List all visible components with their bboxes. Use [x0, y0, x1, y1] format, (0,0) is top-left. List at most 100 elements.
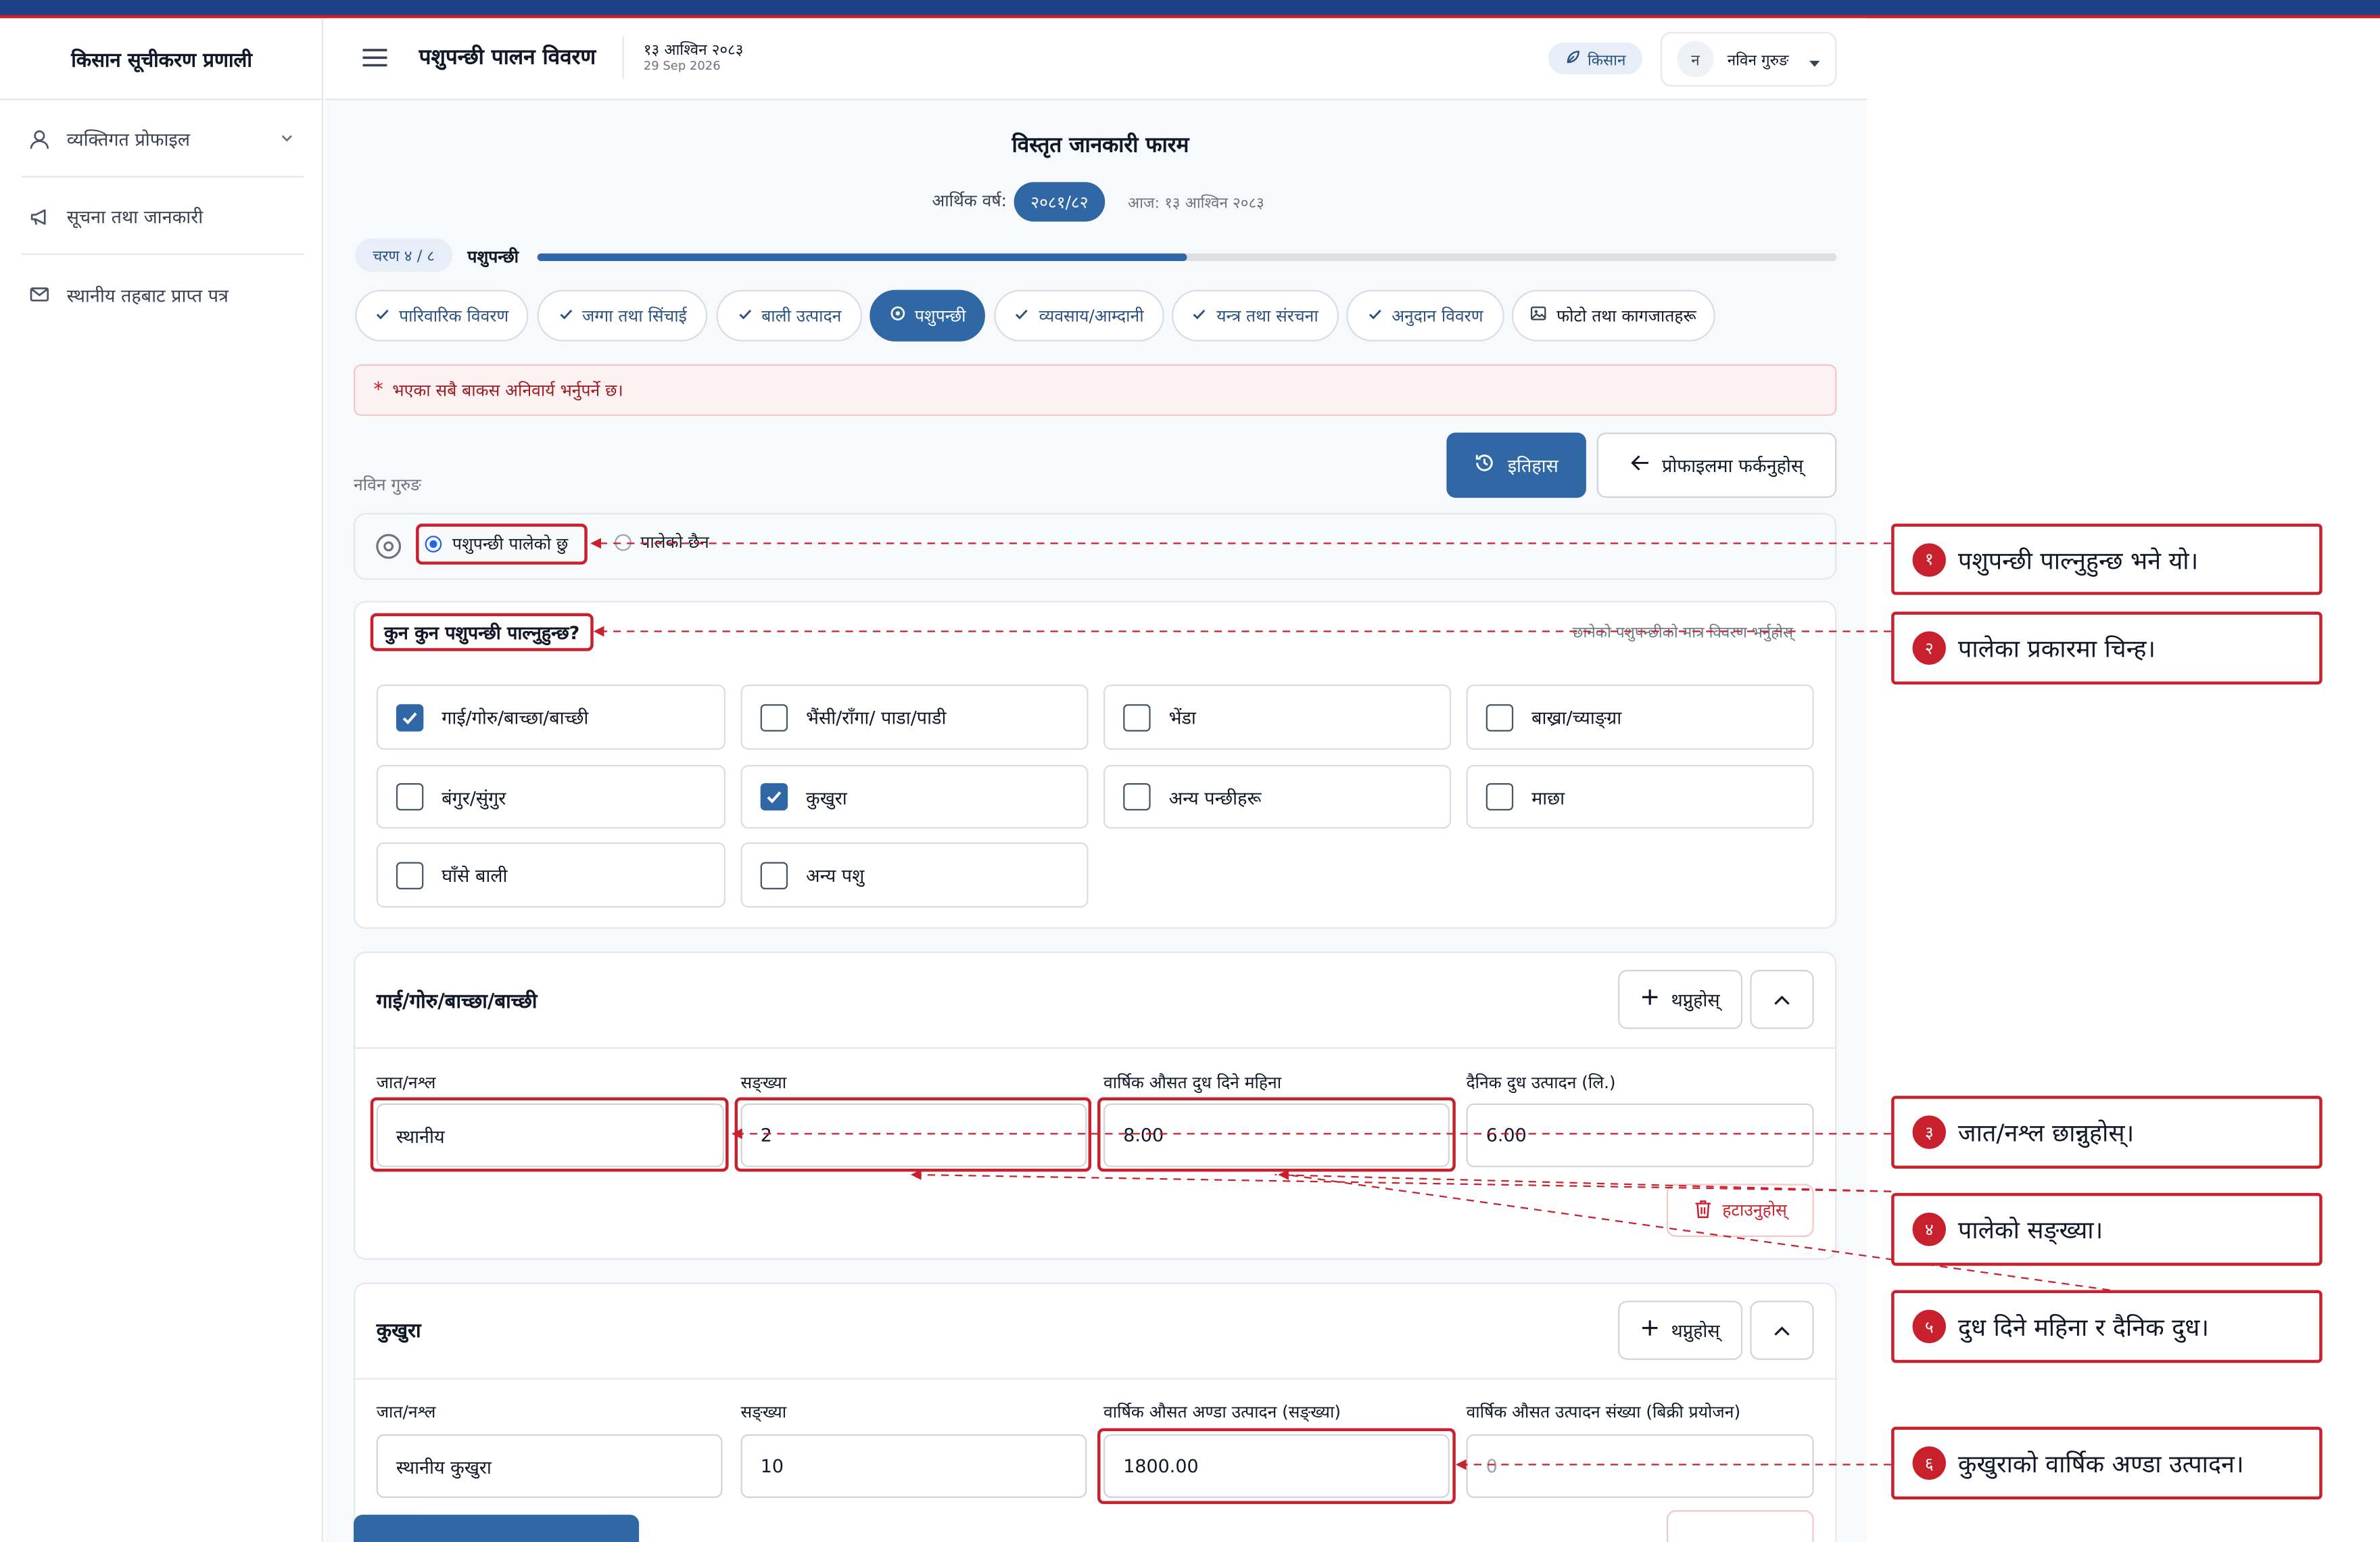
checkbox[interactable]	[1123, 703, 1151, 731]
poultry-add-button[interactable]: थप्नुहोस्	[1618, 1301, 1743, 1360]
tab-label: जग्गा तथा सिंचाई	[581, 306, 687, 326]
poultry-breed-input[interactable]: स्थानीय कुखुरा	[376, 1434, 723, 1498]
animal-option-label: गाई/गोरु/बाच्छा/बाच्छी	[442, 707, 589, 729]
highlight-count	[734, 1097, 1092, 1172]
animal-option-other-animals[interactable]: अन्य पशु	[740, 842, 1089, 908]
role-label: किसान	[1587, 52, 1626, 70]
checkbox-checked[interactable]	[396, 703, 424, 731]
sidebar-item-label: स्थानीय तहबाट प्राप्त पत्र	[66, 284, 229, 306]
add-label: थप्नुहोस्	[1671, 989, 1720, 1011]
checkbox[interactable]	[760, 703, 788, 731]
check-icon	[558, 306, 573, 325]
callout-number: ३	[1912, 1115, 1946, 1149]
callout-6: ६ कुखुराको वार्षिक अण्डा उत्पादन।	[1891, 1426, 2323, 1500]
cattle-daily-milk-label: दैनिक दुध उत्पादन (लि.)	[1466, 1073, 1616, 1093]
animal-option-goat[interactable]: बाख्रा/च्याङ्ग्रा	[1466, 684, 1814, 750]
tab-crops[interactable]: बाली उत्पादन	[716, 289, 863, 342]
callout-text: पालेको सङ्ख्या।	[1957, 1215, 2103, 1245]
sidebar-item-label: व्यक्तिगत प्रोफाइल	[66, 128, 191, 151]
animal-option-fodder[interactable]: घाँसे बाली	[376, 842, 726, 908]
poultry-count-input[interactable]: 10	[740, 1434, 1087, 1498]
tab-subsidy[interactable]: अनुदान विवरण	[1346, 289, 1504, 342]
section-divider	[354, 1047, 1837, 1049]
highlight-eggs	[1097, 1428, 1456, 1504]
tab-machinery[interactable]: यन्त्र तथा संरचना	[1172, 289, 1339, 342]
sidebar-item-letters[interactable]: स्थानीय तहबाट प्राप्त पत्र	[21, 256, 304, 332]
chevron-down-icon	[279, 128, 294, 149]
back-to-profile-button[interactable]: प्रोफाइलमा फर्कनुहोस्	[1596, 432, 1837, 498]
add-label: थप्नुहोस्	[1671, 1320, 1720, 1342]
checkbox[interactable]	[396, 861, 424, 889]
input-value: 6.00	[1485, 1124, 1527, 1146]
poultry-breed-label: जात/नश्ल	[376, 1402, 436, 1422]
history-button[interactable]: इतिहास	[1446, 432, 1586, 498]
cattle-breed-label: जात/नश्ल	[376, 1073, 436, 1093]
check-icon	[1015, 306, 1030, 325]
checkbox[interactable]	[396, 782, 424, 811]
animal-option-label: भेंडा	[1168, 707, 1196, 729]
checkbox[interactable]	[1123, 782, 1151, 811]
animal-option-fish[interactable]: माछा	[1466, 765, 1814, 829]
checkbox[interactable]	[760, 861, 788, 889]
animal-option-other-birds[interactable]: अन्य पन्छीहरू	[1103, 765, 1452, 829]
tab-label: व्यवसाय/आम्दानी	[1039, 306, 1144, 326]
raised-no-option[interactable]: पालेको छैन	[615, 531, 709, 554]
tab-label: बाली उत्पादन	[761, 306, 842, 326]
required-note: * भएका सबै बाकस अनिवार्य भर्नुपर्ने छ।	[354, 364, 1837, 416]
poultry-sale-input[interactable]: 0	[1466, 1434, 1814, 1498]
fiscal-year-label: आर्थिक वर्ष:	[932, 191, 1007, 211]
animal-option-sheep[interactable]: भेंडा	[1103, 684, 1452, 750]
image-icon	[1531, 305, 1548, 326]
role-badge: किसान	[1548, 42, 1642, 74]
sidebar-item-notices[interactable]: सूचना तथा जानकारी	[21, 179, 304, 256]
arrow-left-icon	[1630, 454, 1650, 477]
tab-label: यन्त्र तथा संरचना	[1216, 306, 1318, 326]
cattle-add-button[interactable]: थप्नुहोस्	[1618, 969, 1743, 1029]
input-value: 0	[1485, 1455, 1498, 1477]
next-step-button[interactable]	[354, 1514, 640, 1542]
animal-option-label: कुखुरा	[806, 787, 847, 808]
checkbox[interactable]	[1485, 703, 1514, 731]
callout-number: २	[1912, 631, 1946, 665]
user-menu[interactable]: न नविन गुरुङ	[1660, 32, 1837, 87]
animal-option-buffalo[interactable]: भैंसी/राँगा/ पाडा/पाडी	[740, 684, 1089, 750]
tab-livestock[interactable]: पशुपन्छी	[870, 289, 985, 342]
callout-number: ५	[1912, 1309, 1946, 1344]
poultry-collapse-button[interactable]	[1750, 1301, 1814, 1360]
animal-types-question: कुन कुन पशुपन्छी पाल्नुहुन्छ?	[370, 613, 594, 651]
radio-selected[interactable]	[425, 536, 442, 553]
page-title: पशुपन्छी पालन विवरण	[419, 45, 596, 70]
animal-option-pig[interactable]: बंगुर/सुंगुर	[376, 765, 726, 829]
cattle-count-label: सङ्ख्या	[740, 1073, 787, 1093]
callout-text: दुध दिने महिना र दैनिक दुध।	[1957, 1313, 2209, 1342]
livestock-icon	[373, 531, 404, 561]
animal-option-chicken[interactable]: कुखुरा	[740, 765, 1089, 829]
cattle-remove-button[interactable]: हटाउनुहोस्	[1666, 1184, 1814, 1237]
poultry-remove-button[interactable]	[1666, 1510, 1814, 1542]
poultry-section-title: कुखुरा	[376, 1320, 421, 1344]
animal-option-cattle[interactable]: गाई/गोरु/बाच्छा/बाच्छी	[376, 684, 726, 750]
history-label: इतिहास	[1507, 455, 1558, 477]
header-date-ad: 29 Sep 2026	[643, 59, 721, 73]
back-label: प्रोफाइलमा फर्कनुहोस्	[1661, 455, 1804, 477]
tab-photos[interactable]: फोटो तथा कागजातहरू	[1511, 289, 1715, 342]
cattle-collapse-button[interactable]	[1750, 969, 1814, 1029]
checkbox[interactable]	[1485, 782, 1514, 811]
sidebar-item-profile[interactable]: व्यक्तिगत प्रोफाइल	[21, 101, 304, 178]
menu-icon[interactable]	[361, 45, 388, 70]
progress-fill	[537, 253, 1187, 261]
plus-icon	[1641, 988, 1659, 1011]
window-top-bar	[0, 0, 2380, 17]
cattle-daily-milk-input[interactable]: 6.00	[1466, 1103, 1814, 1167]
cattle-section-title: गाई/गोरु/बाच्छा/बाच्छी	[376, 991, 538, 1014]
callout-2: २ पालेका प्रकारमा चिन्ह।	[1891, 611, 2323, 685]
app-title: किसान सूचीकरण प्रणाली	[0, 18, 324, 101]
tab-business[interactable]: व्यवसाय/आम्दानी	[994, 289, 1164, 342]
checkbox-checked[interactable]	[760, 782, 788, 811]
fiscal-year-select[interactable]: २०८१/८२	[1014, 182, 1105, 222]
tab-land[interactable]: जग्गा तथा सिंचाई	[537, 289, 708, 342]
required-note-text: भएका सबै बाकस अनिवार्य भर्नुपर्ने छ।	[392, 380, 623, 400]
radio-unselected[interactable]	[615, 534, 632, 551]
raised-yes-option[interactable]: पशुपन्छी पालेको छु	[416, 523, 588, 565]
tab-family[interactable]: पारिवारिक विवरण	[355, 289, 529, 342]
